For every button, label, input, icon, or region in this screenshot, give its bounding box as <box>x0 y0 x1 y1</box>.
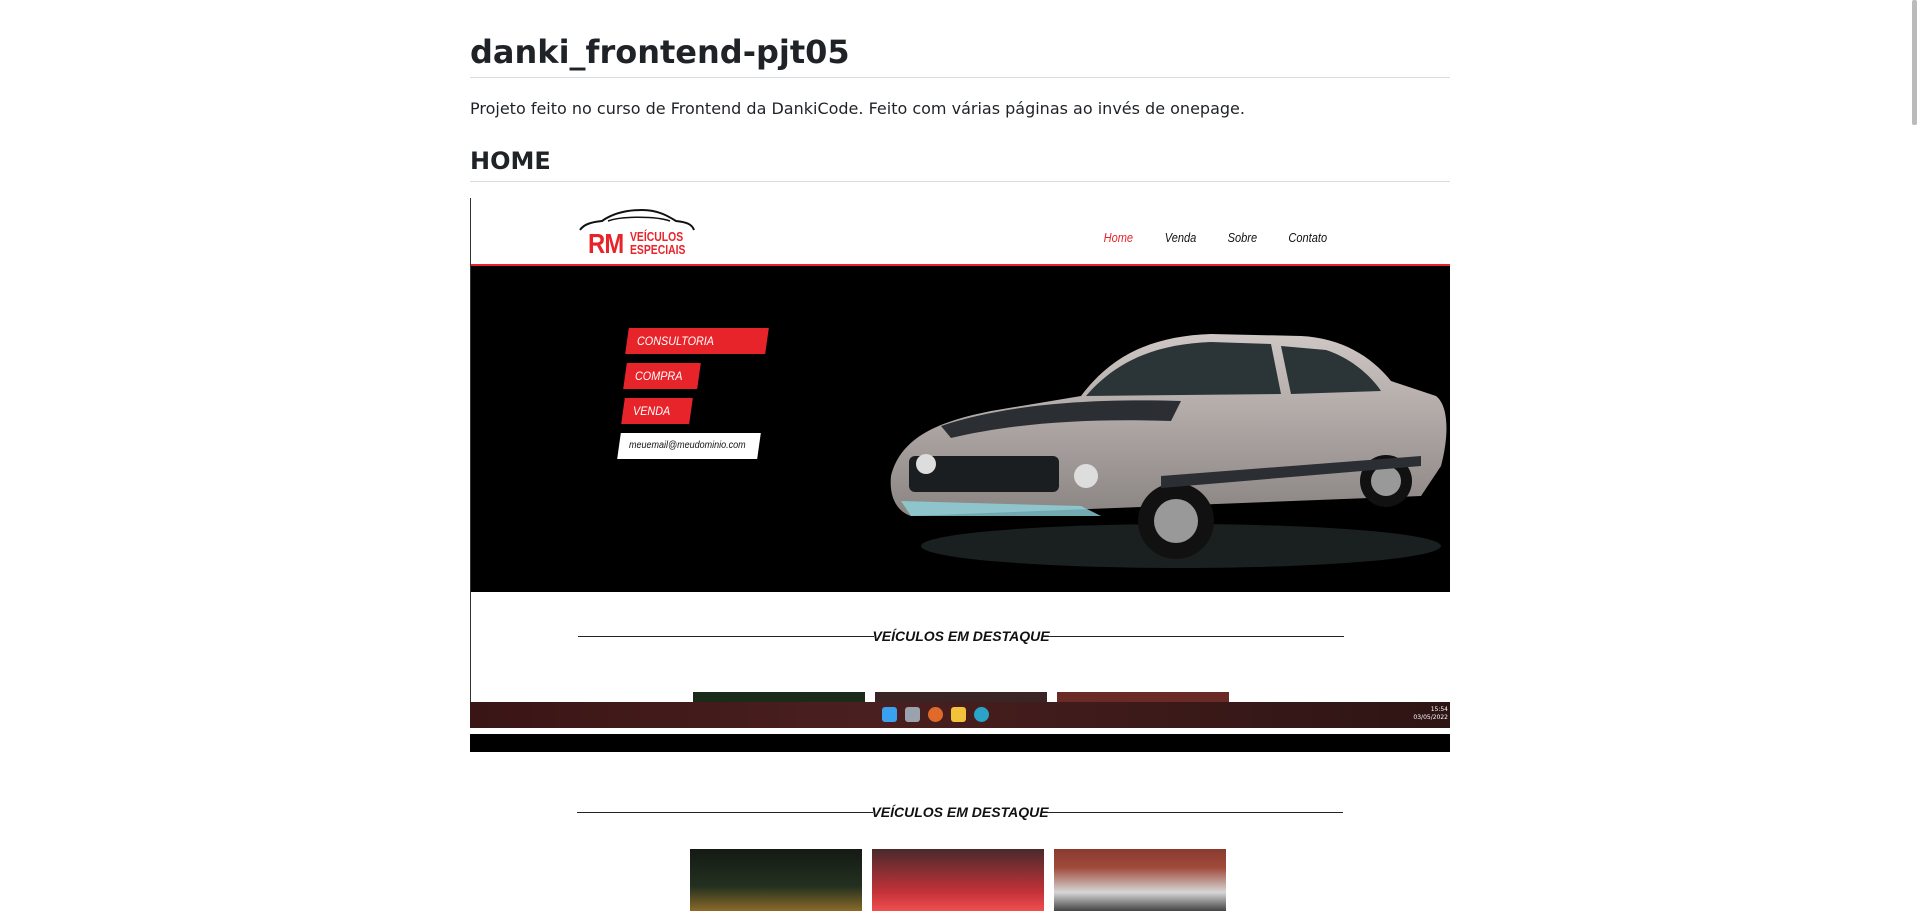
home-screenshot: RM VEÍCULOS ESPECIAIS Home Venda Sobre C… <box>470 198 1450 752</box>
nav-sobre[interactable]: Sobre <box>1227 230 1256 245</box>
vehicle-thumb <box>1057 692 1229 702</box>
tag-consultoria: CONSULTORIA <box>625 328 769 354</box>
destaque-heading: VEÍCULOS EM DESTAQUE <box>578 626 1344 646</box>
edge-icon[interactable] <box>974 707 989 722</box>
vehicle-thumb-2 <box>872 849 1044 911</box>
readme-description: Projeto feito no curso de Frontend da Da… <box>470 99 1245 118</box>
vehicle-thumb-1 <box>690 849 862 911</box>
task-view-icon[interactable] <box>905 707 920 722</box>
section-heading-home: HOME <box>470 144 1450 182</box>
page-destaque-title: VEÍCULOS EM DESTAQUE <box>871 804 1049 820</box>
vehicle-thumb <box>693 692 865 702</box>
readme-title: danki_frontend-pjt05 <box>470 28 1450 78</box>
logo-rm: RM <box>588 228 624 259</box>
logo-line-2: ESPECIAIS <box>630 242 686 257</box>
site-logo: RM VEÍCULOS ESPECIAIS <box>578 204 698 259</box>
hero-banner: CONSULTORIA COMPRA VENDA meuemail@meudom… <box>471 266 1450 592</box>
windows-taskbar: 15:54 03/05/2022 <box>470 702 1450 728</box>
page-destaque-heading: VEÍCULOS EM DESTAQUE <box>577 802 1343 822</box>
tag-compra: COMPRA <box>623 363 701 389</box>
site-nav: Home Venda Sobre Contato <box>1101 230 1331 245</box>
page-scrollbar[interactable] <box>1912 0 1917 125</box>
windows-start-icon[interactable] <box>882 707 897 722</box>
destaque-title: VEÍCULOS EM DESTAQUE <box>872 628 1050 644</box>
nav-home[interactable]: Home <box>1104 230 1133 245</box>
taskbar-icons <box>882 707 989 722</box>
tag-venda: VENDA <box>621 398 693 424</box>
screenshot-bottom-strip <box>470 734 1450 752</box>
nav-venda[interactable]: Venda <box>1164 230 1196 245</box>
tag-email: meuemail@meudominio.com <box>617 433 761 459</box>
nav-contato[interactable]: Contato <box>1289 230 1328 245</box>
vehicle-thumb <box>875 692 1047 702</box>
firefox-icon[interactable] <box>928 707 943 722</box>
taskbar-time: 15:54 <box>1430 706 1448 713</box>
vehicle-thumb-3 <box>1054 849 1226 911</box>
logo-subtitle: VEÍCULOS ESPECIAIS <box>630 230 685 256</box>
taskbar-clock: 15:54 03/05/2022 <box>1413 706 1448 722</box>
file-explorer-icon[interactable] <box>951 707 966 722</box>
site-header: RM VEÍCULOS ESPECIAIS Home Venda Sobre C… <box>471 198 1450 266</box>
site-preview: RM VEÍCULOS ESPECIAIS Home Venda Sobre C… <box>470 198 1450 702</box>
car-image <box>890 334 1447 568</box>
taskbar-date: 03/05/2022 <box>1413 714 1448 721</box>
